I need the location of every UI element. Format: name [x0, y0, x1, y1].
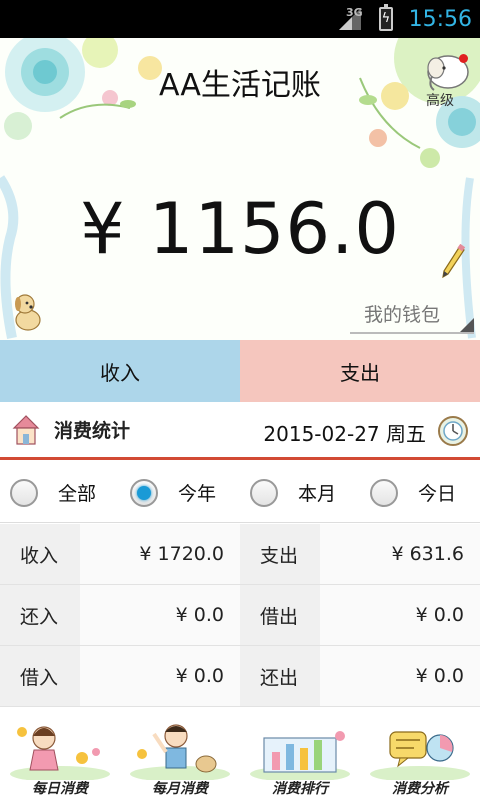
range-radio-group: 全部 今年 本月 今日 [0, 463, 480, 523]
girl-icon [10, 726, 110, 780]
stat-value: ¥ 0.0 [320, 646, 480, 706]
header-panel: AA生活记账 高级 ¥ 1156.0 我的钱包 [0, 38, 480, 340]
table-row: 收入 ¥ 1720.0 支出 ¥ 631.6 [0, 524, 480, 585]
dropdown-corner-icon [460, 318, 474, 332]
radio-all[interactable]: 全部 [0, 478, 120, 507]
stats-title: 消费统计 [54, 420, 131, 442]
radio-label: 本月 [298, 483, 337, 505]
stat-value: ¥ 0.0 [80, 646, 240, 706]
app-root: { "status_bar": { "network": "3G", "time… [0, 0, 480, 800]
nav-daily[interactable]: 每日消费 [0, 708, 120, 800]
stats-table: 收入 ¥ 1720.0 支出 ¥ 631.6 还入 ¥ 0.0 借出 ¥ 0.0… [0, 524, 480, 707]
radio-circle-icon [250, 478, 278, 507]
radio-today[interactable]: 今日 [360, 478, 480, 507]
wallet-label: 我的钱包 [364, 304, 441, 326]
radio-circle-icon [10, 478, 38, 507]
income-expense-buttons: 收入 支出 [0, 340, 480, 402]
radio-this-year[interactable]: 今年 [120, 478, 240, 507]
nav-monthly[interactable]: 每月消费 [120, 708, 240, 800]
stats-header: 消费统计 2015-02-27 周五 [0, 402, 480, 460]
elephant-icon [427, 55, 469, 91]
network-type: 3G [346, 6, 363, 19]
radio-label: 今日 [418, 483, 457, 505]
table-row: 借入 ¥ 0.0 还出 ¥ 0.0 [0, 646, 480, 707]
stat-label: 借出 [240, 585, 320, 645]
house-icon [12, 414, 40, 445]
boy-icon [130, 724, 230, 780]
stat-value: ¥ 631.6 [320, 524, 480, 584]
dog-icon [15, 294, 41, 331]
analysis-icon [370, 731, 470, 780]
app-title: AA生活记账 [159, 68, 321, 103]
radio-checked-icon [130, 478, 158, 507]
stat-label: 支出 [240, 524, 320, 584]
table-row: 还入 ¥ 0.0 借出 ¥ 0.0 [0, 585, 480, 646]
status-time: 15:56 [408, 6, 472, 32]
radio-circle-icon [370, 478, 398, 507]
battery-icon: ϟ [378, 4, 393, 31]
stat-label: 还出 [240, 646, 320, 706]
stat-label: 还入 [0, 585, 80, 645]
status-bar: 3G ϟ 15:56 [0, 0, 480, 38]
advanced-button[interactable]: 高级 [420, 46, 476, 114]
balance-amount: ¥ 1156.0 [80, 188, 400, 270]
bottom-nav: 每日消费 每月消费 消费排行 消费分析 [0, 708, 480, 800]
nav-ranking[interactable]: 消费排行 [240, 708, 360, 800]
stats-date: 2015-02-27 周五 [263, 422, 426, 446]
nav-label: 每日消费 [32, 781, 88, 797]
stat-label: 收入 [0, 524, 80, 584]
income-button[interactable]: 收入 [0, 340, 240, 402]
advanced-label: 高级 [426, 93, 454, 109]
radio-label: 全部 [58, 483, 97, 505]
stat-value: ¥ 0.0 [320, 585, 480, 645]
nav-analysis[interactable]: 消费分析 [360, 708, 480, 800]
stat-value: ¥ 1720.0 [80, 524, 240, 584]
clock-icon[interactable] [436, 414, 470, 448]
nav-label: 每月消费 [152, 781, 208, 797]
chart-icon [250, 731, 350, 780]
radio-label: 今年 [178, 483, 217, 505]
stat-value: ¥ 0.0 [80, 585, 240, 645]
nav-label: 消费分析 [392, 781, 448, 797]
nav-label: 消费排行 [272, 781, 328, 797]
pencil-icon[interactable] [440, 244, 466, 280]
radio-this-month[interactable]: 本月 [240, 478, 360, 507]
stat-label: 借入 [0, 646, 80, 706]
notification-dot [459, 54, 468, 63]
expense-button[interactable]: 支出 [240, 340, 480, 402]
wallet-selector[interactable]: 我的钱包 [350, 300, 474, 334]
